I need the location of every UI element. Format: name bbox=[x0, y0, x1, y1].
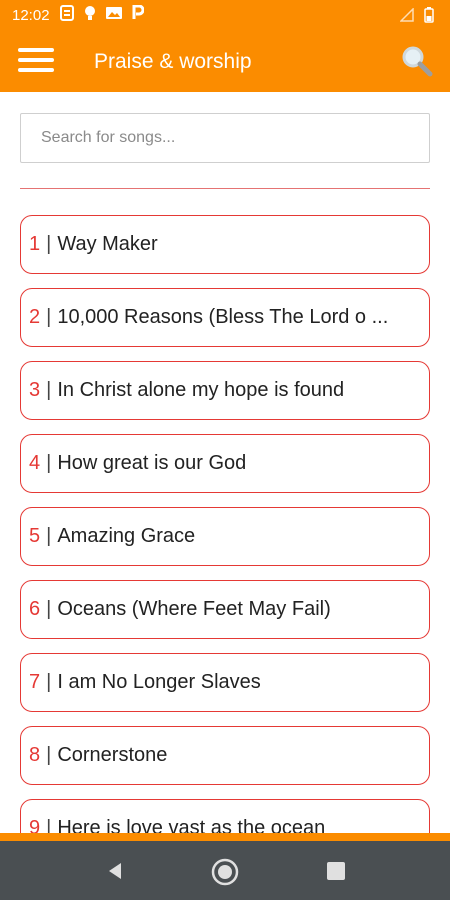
song-title: In Christ alone my hope is found bbox=[57, 379, 345, 401]
song-number: 4 bbox=[29, 452, 41, 474]
song-number: 3 bbox=[29, 379, 41, 401]
song-number: 2 bbox=[29, 306, 41, 328]
song-title: Amazing Grace bbox=[57, 525, 196, 547]
song-number: 6 bbox=[29, 598, 41, 620]
song-title: I am No Longer Slaves bbox=[57, 671, 261, 693]
list-item[interactable]: 4 | How great is our God bbox=[20, 434, 430, 493]
song-title: Oceans (Where Feet May Fail) bbox=[57, 598, 331, 620]
song-separator: | bbox=[46, 379, 52, 401]
song-number: 8 bbox=[29, 744, 41, 766]
song-separator: | bbox=[46, 525, 52, 547]
song-separator: | bbox=[46, 233, 52, 255]
bottom-accent-band bbox=[0, 833, 450, 841]
menu-button[interactable] bbox=[18, 44, 58, 78]
app-bar: Praise & worship bbox=[0, 30, 450, 92]
home-button[interactable] bbox=[210, 857, 239, 886]
song-list[interactable]: 1 | Way Maker 2 | 10,000 Reasons (Bless … bbox=[20, 215, 430, 835]
song-separator: | bbox=[46, 671, 52, 693]
list-item[interactable]: 2 | 10,000 Reasons (Bless The Lord o ... bbox=[20, 288, 430, 347]
back-icon bbox=[101, 863, 129, 889]
list-item[interactable]: 6 | Oceans (Where Feet May Fail) bbox=[20, 580, 430, 639]
list-item[interactable]: 5 | Amazing Grace bbox=[20, 507, 430, 566]
song-number: 5 bbox=[29, 525, 41, 547]
song-separator: | bbox=[46, 306, 52, 328]
parking-icon bbox=[132, 4, 145, 25]
image-icon bbox=[105, 6, 122, 25]
navigation-bar bbox=[0, 841, 450, 900]
list-item[interactable]: 7 | I am No Longer Slaves bbox=[20, 653, 430, 712]
search-button[interactable] bbox=[400, 44, 434, 78]
list-item[interactable]: 3 | In Christ alone my hope is found bbox=[20, 361, 430, 420]
song-title: How great is our God bbox=[57, 452, 247, 474]
bulb-icon bbox=[84, 5, 96, 26]
back-button[interactable] bbox=[101, 857, 129, 885]
recents-icon bbox=[322, 862, 350, 889]
status-bar: 12:02 bbox=[0, 0, 450, 30]
song-title: Cornerstone bbox=[57, 744, 168, 766]
notification-icon bbox=[59, 4, 74, 26]
status-time: 12:02 bbox=[12, 6, 50, 24]
menu-icon bbox=[18, 48, 58, 72]
song-separator: | bbox=[46, 452, 52, 474]
song-separator: | bbox=[46, 744, 52, 766]
signal-icon bbox=[399, 7, 414, 27]
divider bbox=[20, 188, 430, 189]
home-icon bbox=[210, 858, 240, 891]
search-input[interactable] bbox=[20, 113, 430, 163]
recents-button[interactable] bbox=[322, 857, 350, 885]
song-separator: | bbox=[46, 598, 52, 620]
list-item[interactable]: 8 | Cornerstone bbox=[20, 726, 430, 785]
song-number: 7 bbox=[29, 671, 41, 693]
song-number: 1 bbox=[29, 233, 41, 255]
list-item[interactable]: 9 | Here is love vast as the ocean bbox=[20, 799, 430, 835]
battery-icon bbox=[424, 7, 434, 28]
song-title: 10,000 Reasons (Bless The Lord o ... bbox=[57, 306, 389, 328]
status-right bbox=[399, 7, 434, 28]
song-title: Way Maker bbox=[57, 233, 158, 255]
search-icon bbox=[400, 46, 434, 82]
list-item[interactable]: 1 | Way Maker bbox=[20, 215, 430, 274]
page-title: Praise & worship bbox=[94, 50, 252, 73]
